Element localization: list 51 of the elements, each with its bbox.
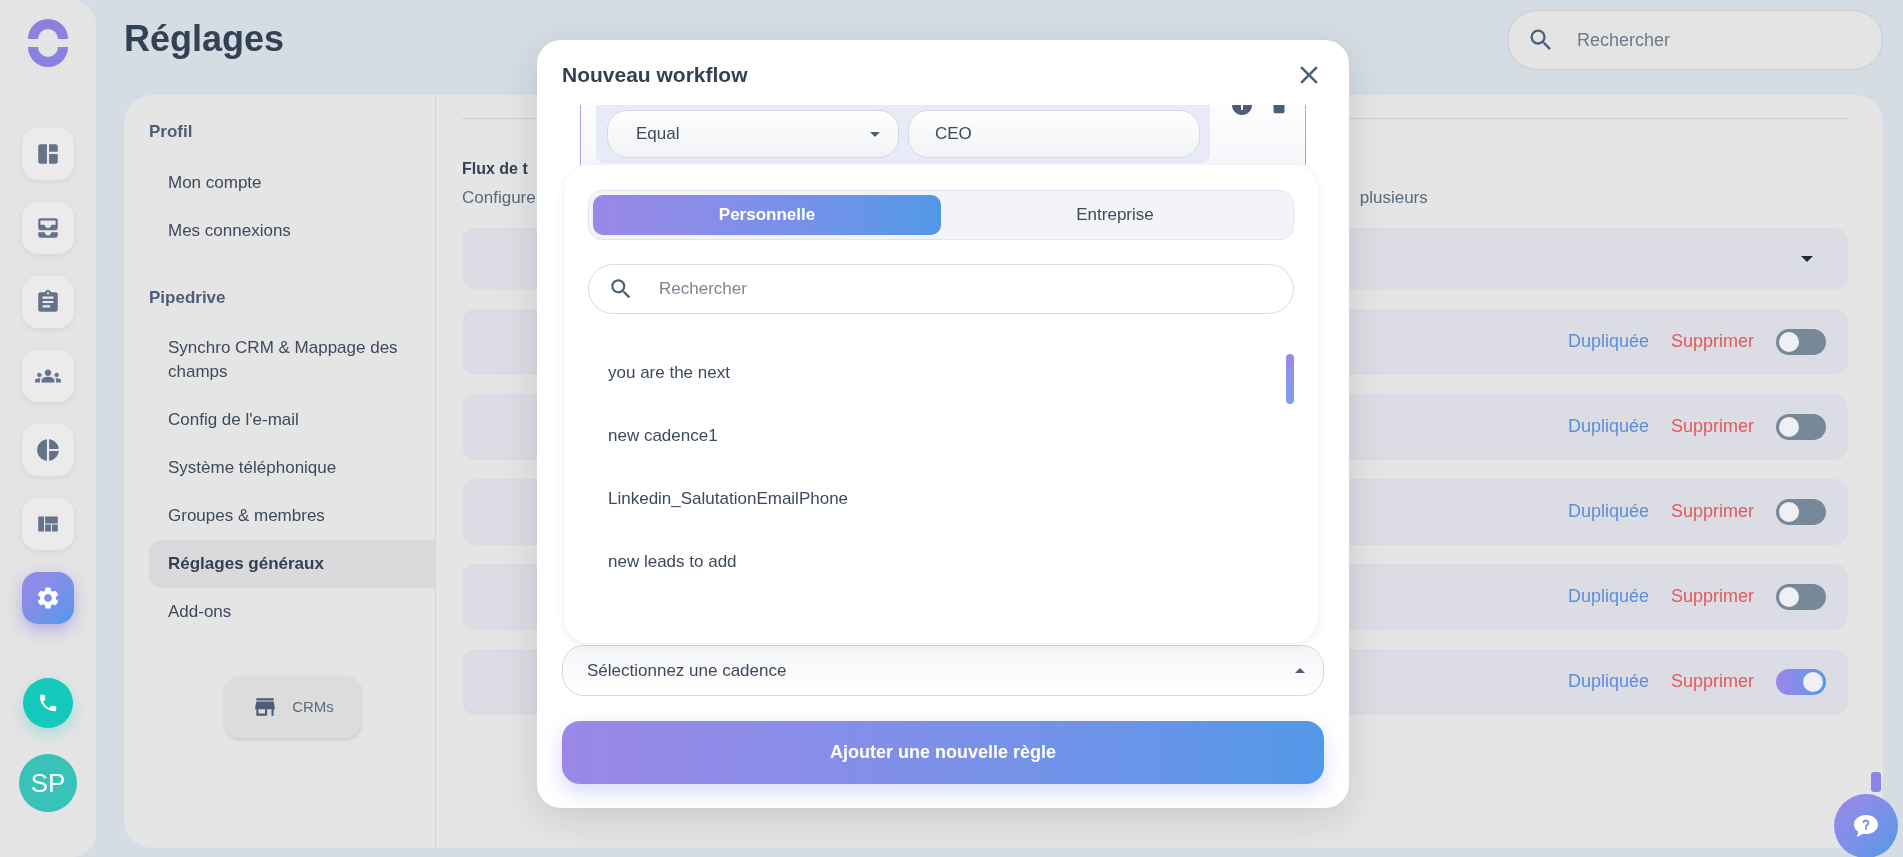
- phone-icon: [37, 692, 59, 714]
- section-title: Pipedrive: [148, 286, 227, 309]
- operator-select[interactable]: Equal: [607, 110, 899, 158]
- settings-icon: [35, 585, 61, 611]
- description-text: plusieurs: [1359, 187, 1428, 209]
- nav-item[interactable]: Mon compte: [149, 158, 435, 207]
- nav-item[interactable]: Add-ons: [149, 588, 435, 636]
- call-button[interactable]: [23, 678, 73, 728]
- help-chat-icon: [1852, 813, 1880, 839]
- sidebar-button[interactable]: [22, 498, 74, 550]
- sidebar-button[interactable]: [22, 202, 74, 254]
- nav-item[interactable]: Mes connexions: [149, 206, 435, 255]
- sidebar-button[interactable]: [22, 424, 74, 476]
- cadence-option[interactable]: you are the next: [588, 352, 730, 393]
- nav-item[interactable]: Synchro CRM & Mappage des champs: [149, 324, 435, 396]
- search-field[interactable]: Rechercher: [588, 264, 1294, 314]
- description-text: Configure: [462, 187, 536, 209]
- section-title: Profil: [148, 121, 194, 143]
- caret-icon: [1295, 668, 1305, 673]
- clipboard-icon: [35, 289, 61, 315]
- toggle-switch[interactable]: [1776, 328, 1826, 355]
- crms-button[interactable]: CRMs: [225, 676, 361, 738]
- pie-chart-icon: [35, 437, 61, 463]
- nav-item[interactable]: Groupes & membres: [149, 492, 435, 540]
- page-title: Réglages: [124, 17, 285, 61]
- tray-icon: [35, 215, 61, 241]
- cadence-option[interactable]: new leads to add: [588, 541, 737, 582]
- cadence-option[interactable]: new cadence1: [588, 415, 718, 456]
- toggle-switch[interactable]: [1776, 498, 1826, 525]
- modal-title: Nouveau workflow: [562, 61, 748, 88]
- dashboard-icon: [35, 141, 61, 167]
- toggle-switch[interactable]: [1776, 668, 1826, 695]
- nav-item[interactable]: Système téléphonique: [149, 444, 435, 492]
- sidebar-button[interactable]: [22, 572, 74, 624]
- toggle-switch[interactable]: [1776, 583, 1826, 610]
- value-field[interactable]: CEO: [908, 110, 1200, 158]
- sidebar-button[interactable]: [22, 276, 74, 328]
- tab[interactable]: Entreprise: [941, 195, 1289, 235]
- scrollbar-thumb[interactable]: [1871, 772, 1881, 792]
- caret-icon: [1801, 255, 1813, 262]
- toggle-switch[interactable]: [1776, 413, 1826, 440]
- nav-item[interactable]: Config de l'e-mail: [149, 396, 435, 444]
- section-heading: Flux de t: [462, 159, 528, 179]
- cadence-select[interactable]: Sélectionnez une cadence: [562, 645, 1324, 696]
- sidebar-button[interactable]: [22, 350, 74, 402]
- nav-item[interactable]: Réglages généraux: [149, 540, 435, 588]
- search-field[interactable]: Rechercher: [1507, 10, 1883, 70]
- cadence-option[interactable]: Linkedin_SalutationEmailPhone: [588, 478, 849, 519]
- scrollbar-thumb[interactable]: [1286, 354, 1294, 404]
- sidebar-button[interactable]: [22, 128, 74, 180]
- caret-icon: [870, 131, 880, 137]
